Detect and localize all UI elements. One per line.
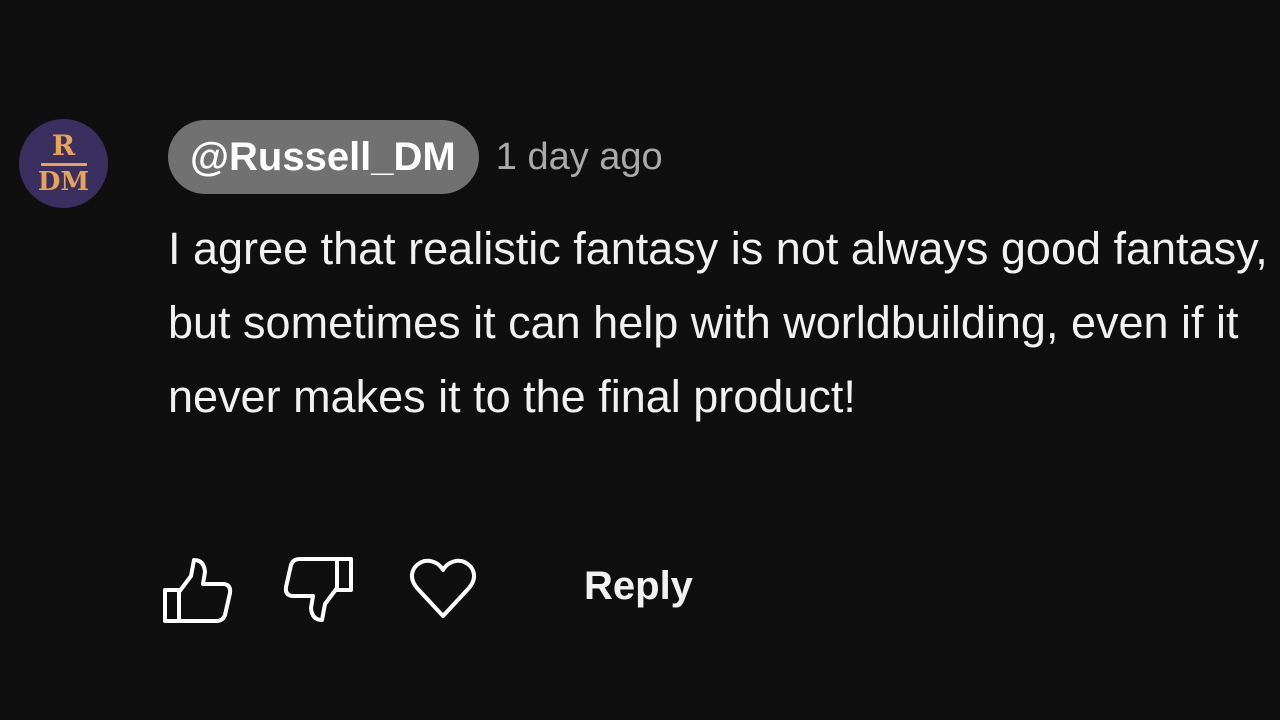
comment-card: R DM @Russell_DM 1 day ago I agree that … xyxy=(0,0,1280,720)
avatar-monogram-bottom: DM xyxy=(37,167,90,197)
thumbs-up-icon[interactable] xyxy=(160,552,236,628)
heart-icon[interactable] xyxy=(405,550,481,626)
thumbs-down-icon[interactable] xyxy=(280,552,356,628)
reply-button[interactable]: Reply xyxy=(584,564,693,609)
author-handle[interactable]: @Russell_DM xyxy=(168,120,479,194)
avatar[interactable]: R DM xyxy=(19,119,108,208)
avatar-monogram-top: R xyxy=(51,129,76,162)
comment-header: @Russell_DM 1 day ago xyxy=(168,120,663,194)
comment-text: I agree that realistic fantasy is not al… xyxy=(168,223,1268,422)
avatar-monogram-divider xyxy=(40,163,87,166)
comment-timestamp[interactable]: 1 day ago xyxy=(496,136,663,179)
